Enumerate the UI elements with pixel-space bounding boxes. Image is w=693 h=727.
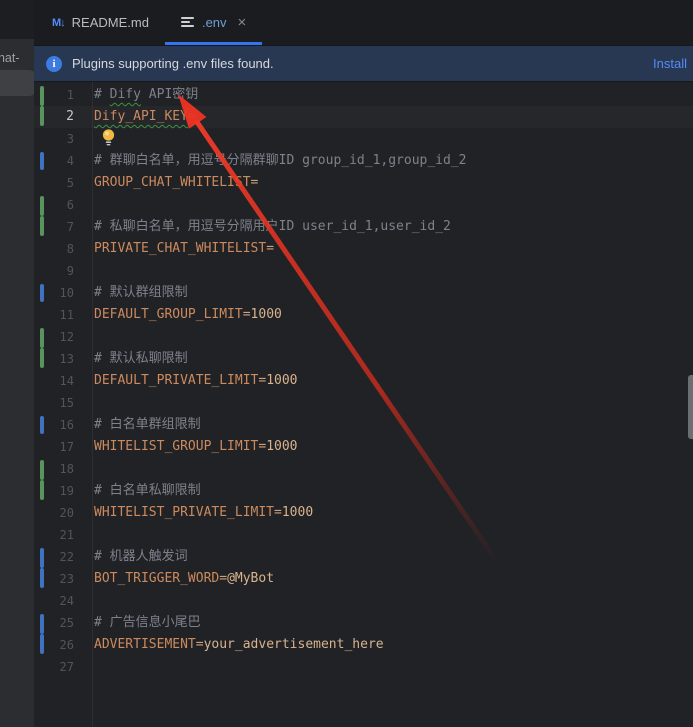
- line-number[interactable]: 21: [34, 524, 74, 546]
- code-line[interactable]: 8 PRIVATE_CHAT_WHITELIST=: [34, 238, 693, 260]
- code-line[interactable]: 6: [34, 194, 693, 216]
- code-line[interactable]: 1 # Dify API密钥: [34, 84, 693, 106]
- code-editor[interactable]: 1 # Dify API密钥 2 Dify_API_KEY= 34 # 群聊白名单，用逗号…: [34, 82, 693, 726]
- line-number[interactable]: 19: [34, 480, 74, 502]
- code-line[interactable]: 25 # 广告信息小尾巴: [34, 612, 693, 634]
- code-line[interactable]: 4 # 群聊白名单，用逗号分隔群聊ID group_id_1,group_id_2: [34, 150, 693, 172]
- code-line[interactable]: 18: [34, 458, 693, 480]
- code-line[interactable]: 27: [34, 656, 693, 678]
- markdown-icon: M↓: [52, 17, 65, 29]
- code-text: # 广告信息小尾巴: [94, 612, 693, 634]
- install-plugins-link[interactable]: Install: [653, 56, 687, 71]
- line-number[interactable]: 22: [34, 546, 74, 568]
- project-panel-edge: eChat-: [0, 0, 34, 727]
- code-line[interactable]: 24: [34, 590, 693, 612]
- code-text: # 白名单群组限制: [94, 414, 693, 436]
- line-number[interactable]: 14: [34, 370, 74, 392]
- banner-message: Plugins supporting .env files found.: [72, 56, 643, 71]
- env-file-icon: [181, 17, 195, 29]
- project-panel-background: [0, 39, 34, 727]
- code-line[interactable]: 19 # 白名单私聊限制: [34, 480, 693, 502]
- code-text: # 群聊白名单，用逗号分隔群聊ID group_id_1,group_id_2: [94, 150, 693, 172]
- code-line[interactable]: 15: [34, 392, 693, 414]
- code-line[interactable]: 26 ADVERTISEMENT=your_advertisement_here: [34, 634, 693, 656]
- line-number[interactable]: 24: [34, 590, 74, 612]
- line-number[interactable]: 11: [34, 304, 74, 326]
- code-text: # Dify API密钥: [94, 84, 693, 106]
- code-line[interactable]: 2 Dify_API_KEY=: [34, 106, 693, 128]
- code-line[interactable]: 10 # 默认群组限制: [34, 282, 693, 304]
- project-name-fragment: eChat-: [0, 51, 34, 65]
- code-text: # 机器人触发词: [94, 546, 693, 568]
- line-number[interactable]: 12: [34, 326, 74, 348]
- code-text: # 白名单私聊限制: [94, 480, 693, 502]
- code-text: WHITELIST_PRIVATE_LIMIT=1000: [94, 502, 693, 524]
- code-line[interactable]: 3: [34, 128, 693, 150]
- vertical-scrollbar[interactable]: [688, 375, 693, 439]
- line-number[interactable]: 26: [34, 634, 74, 656]
- code-text: GROUP_CHAT_WHITELIST=: [94, 172, 693, 194]
- line-number[interactable]: 3: [34, 128, 74, 150]
- code-text: DEFAULT_PRIVATE_LIMIT=1000: [94, 370, 693, 392]
- code-line[interactable]: 22 # 机器人触发词: [34, 546, 693, 568]
- line-number[interactable]: 8: [34, 238, 74, 260]
- code-text: BOT_TRIGGER_WORD=@MyBot: [94, 568, 693, 590]
- tab-env[interactable]: .env ×: [165, 0, 262, 45]
- editor-window: M↓ README.md .env × i Plugins supporting…: [34, 0, 693, 727]
- code-text: # 默认群组限制: [94, 282, 693, 304]
- line-number[interactable]: 6: [34, 194, 74, 216]
- tab-label: README.md: [72, 15, 149, 30]
- line-number[interactable]: 9: [34, 260, 74, 282]
- tab-label: .env: [202, 15, 227, 30]
- code-line[interactable]: 9: [34, 260, 693, 282]
- ide-screen: eChat- M↓ README.md .env × i Plugins sup…: [0, 0, 693, 727]
- code-line[interactable]: 21: [34, 524, 693, 546]
- code-text: # 私聊白名单，用逗号分隔用户ID user_id_1,user_id_2: [94, 216, 693, 238]
- code-text: ADVERTISEMENT=your_advertisement_here: [94, 634, 693, 656]
- code-line[interactable]: 13 # 默认私聊限制: [34, 348, 693, 370]
- project-tree-item[interactable]: [0, 70, 34, 96]
- code-line[interactable]: 5 GROUP_CHAT_WHITELIST=: [34, 172, 693, 194]
- line-number[interactable]: 23: [34, 568, 74, 590]
- line-number[interactable]: 13: [34, 348, 74, 370]
- code-line[interactable]: 11 DEFAULT_GROUP_LIMIT=1000: [34, 304, 693, 326]
- line-number[interactable]: 15: [34, 392, 74, 414]
- info-icon: i: [46, 56, 62, 72]
- code-line[interactable]: 23 BOT_TRIGGER_WORD=@MyBot: [34, 568, 693, 590]
- code-line[interactable]: 16 # 白名单群组限制: [34, 414, 693, 436]
- notification-banner: i Plugins supporting .env files found. I…: [34, 45, 693, 82]
- code-text: # 默认私聊限制: [94, 348, 693, 370]
- code-line[interactable]: 20 WHITELIST_PRIVATE_LIMIT=1000: [34, 502, 693, 524]
- line-number[interactable]: 20: [34, 502, 74, 524]
- close-icon[interactable]: ×: [238, 15, 247, 30]
- line-number[interactable]: 5: [34, 172, 74, 194]
- code-lines: 1 # Dify API密钥 2 Dify_API_KEY= 34 # 群聊白名单，用逗号…: [34, 82, 693, 678]
- line-number[interactable]: 27: [34, 656, 74, 678]
- line-number[interactable]: 25: [34, 612, 74, 634]
- code-text: DEFAULT_GROUP_LIMIT=1000: [94, 304, 693, 326]
- line-number[interactable]: 1: [34, 84, 74, 106]
- line-number[interactable]: 17: [34, 436, 74, 458]
- tab-readme-md[interactable]: M↓ README.md: [36, 0, 165, 45]
- code-line[interactable]: 17 WHITELIST_GROUP_LIMIT=1000: [34, 436, 693, 458]
- line-number[interactable]: 10: [34, 282, 74, 304]
- line-number[interactable]: 4: [34, 150, 74, 172]
- line-number[interactable]: 2: [34, 106, 74, 128]
- code-line[interactable]: 14 DEFAULT_PRIVATE_LIMIT=1000: [34, 370, 693, 392]
- code-text: Dify_API_KEY=: [94, 106, 693, 128]
- editor-tab-bar: M↓ README.md .env ×: [34, 0, 693, 45]
- code-line[interactable]: 7 # 私聊白名单，用逗号分隔用户ID user_id_1,user_id_2: [34, 216, 693, 238]
- line-number[interactable]: 18: [34, 458, 74, 480]
- code-text: PRIVATE_CHAT_WHITELIST=: [94, 238, 693, 260]
- line-number[interactable]: 16: [34, 414, 74, 436]
- code-line[interactable]: 12: [34, 326, 693, 348]
- code-text: WHITELIST_GROUP_LIMIT=1000: [94, 436, 693, 458]
- line-number[interactable]: 7: [34, 216, 74, 238]
